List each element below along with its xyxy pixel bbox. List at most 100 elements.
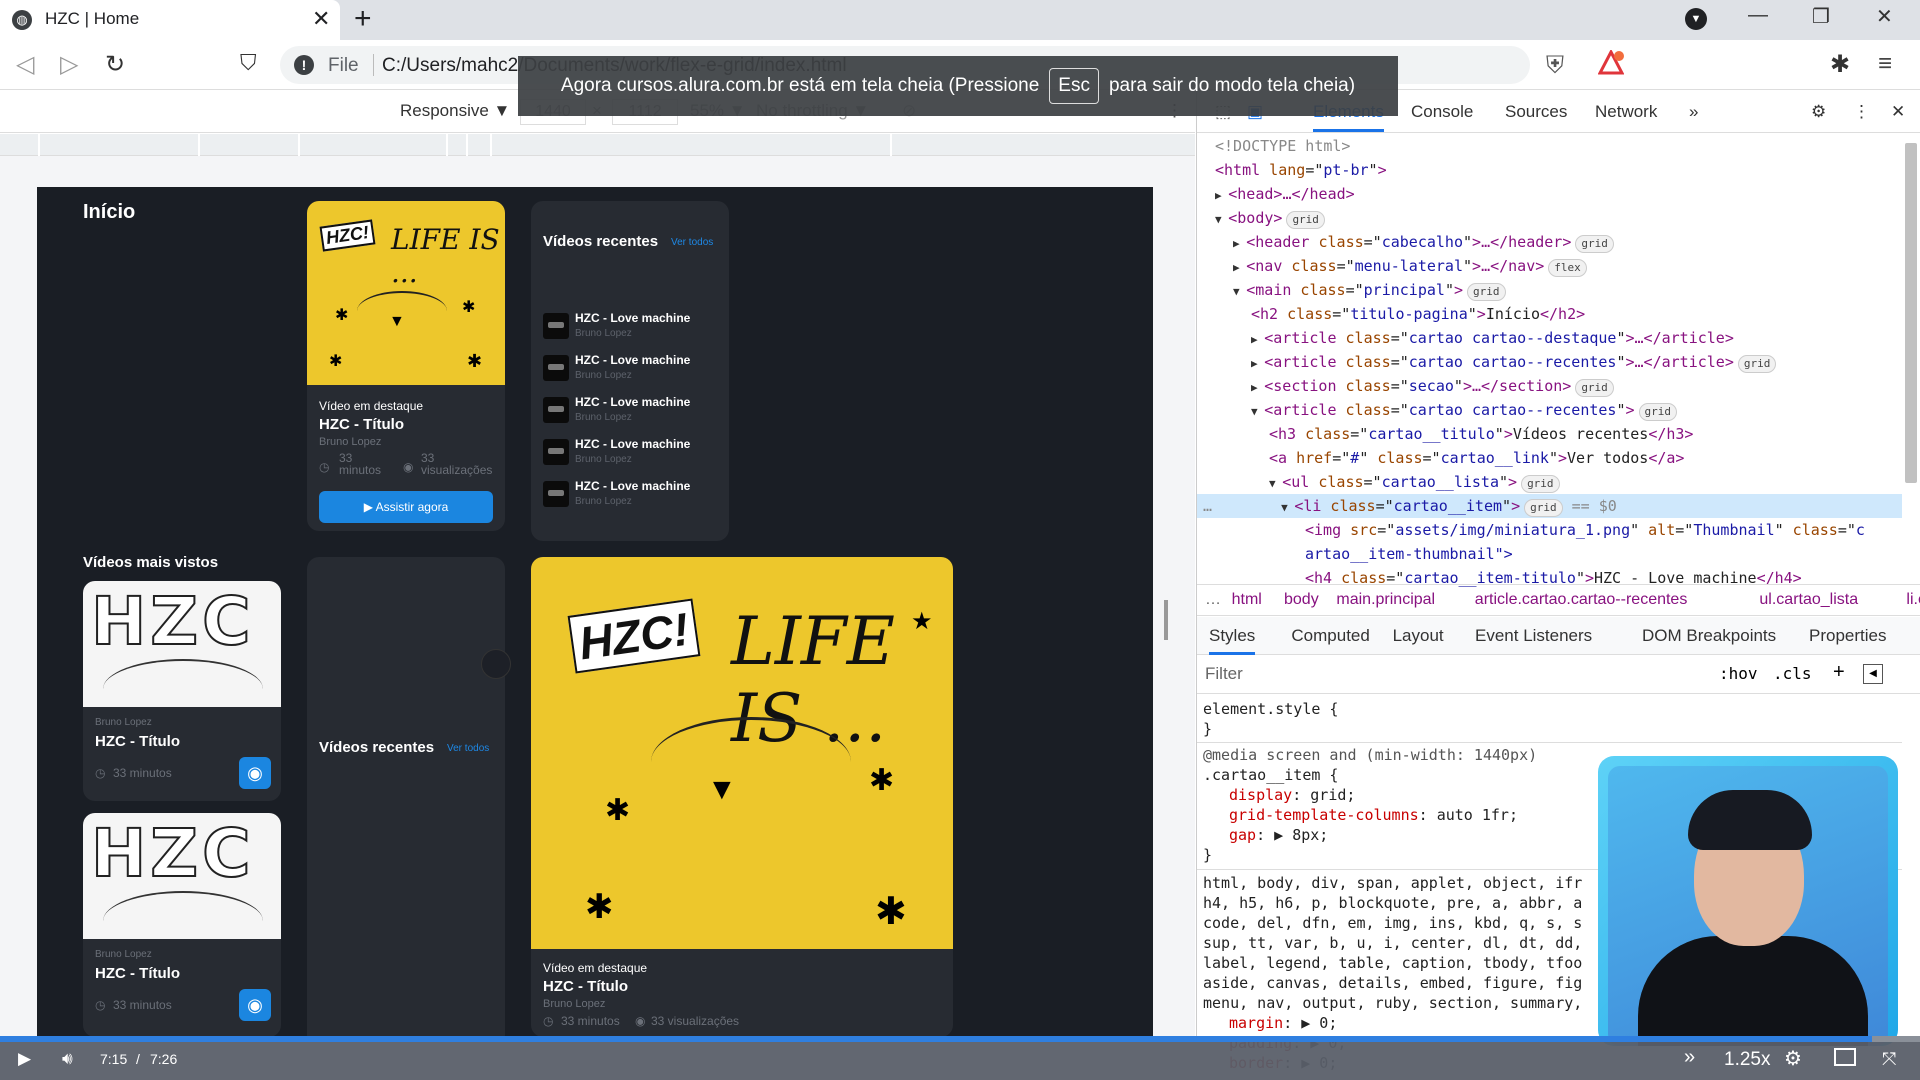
dom-node[interactable]: ▶ <article class="cartao cartao--recente… — [1251, 350, 1777, 374]
layout-badge[interactable]: grid — [1524, 499, 1563, 517]
play-button[interactable]: ◉ — [239, 757, 271, 789]
most-viewed-thumbnail[interactable]: HZC — [83, 581, 281, 707]
restore-icon[interactable]: ❐ — [1812, 4, 1830, 29]
css-property[interactable]: grid-template-columns: auto 1fr; — [1229, 805, 1518, 825]
resize-handle[interactable] — [1164, 600, 1168, 640]
video-progress-bar[interactable] — [0, 1036, 1920, 1042]
dom-node[interactable]: ▼ <main class="principal"> grid — [1233, 278, 1506, 302]
styles-filter-input[interactable]: Filter — [1205, 664, 1243, 684]
expand-arrow-icon[interactable]: ▼ — [1251, 405, 1264, 418]
expand-arrow-icon[interactable]: ▶ — [1233, 237, 1246, 250]
speed-button[interactable]: 1.25x — [1724, 1049, 1770, 1071]
expand-arrow-icon[interactable]: ▼ — [1215, 213, 1228, 226]
dom-node[interactable]: artao__item-thumbnail"> — [1305, 542, 1513, 566]
forward-icon[interactable]: ▷ — [60, 50, 78, 79]
dom-node[interactable]: <h3 class="cartao__titulo">Vídeos recent… — [1269, 422, 1693, 446]
layout-badge[interactable]: grid — [1638, 403, 1678, 421]
brave-shield-icon[interactable]: ⛨ — [1546, 52, 1564, 80]
new-tab-button[interactable]: + — [354, 2, 372, 36]
css-property[interactable]: gap: ▶ 8px; — [1229, 825, 1328, 845]
devtools-menu-icon[interactable]: ⋮ — [1853, 102, 1870, 122]
expand-arrow-icon[interactable]: ▶ — [1215, 189, 1228, 202]
expand-arrow-icon[interactable]: ▶ — [1233, 261, 1246, 274]
tab-console[interactable]: Console — [1411, 102, 1473, 122]
back-icon[interactable]: ◁ — [16, 50, 34, 79]
expand-arrow-icon[interactable]: ▶ — [1251, 357, 1264, 370]
close-window-icon[interactable]: ✕ — [1876, 4, 1893, 29]
dom-node[interactable]: … ▼ <li class="cartao__item"> grid == $0 — [1197, 494, 1902, 518]
cls-button[interactable]: .cls — [1773, 664, 1812, 683]
dom-tree[interactable]: <!DOCTYPE html> <html lang="pt-br"> ▶ <hea… — [1197, 134, 1902, 587]
layout-badge[interactable]: grid — [1737, 355, 1777, 373]
settings-gear-icon[interactable]: ⚙ — [1784, 1046, 1802, 1071]
toggle-sidebar-icon[interactable]: ◀ — [1863, 664, 1883, 684]
volume-icon[interactable]: 🔊︎ — [62, 1049, 73, 1069]
expand-arrow-icon[interactable]: ▶ — [1251, 381, 1264, 394]
layout-badge[interactable]: grid — [1575, 235, 1614, 253]
style-subtab-properties[interactable]: Properties — [1809, 626, 1886, 646]
more-tabs-icon[interactable]: » — [1689, 102, 1698, 122]
dom-node[interactable]: ▼ <body> grid — [1215, 206, 1325, 230]
extensions-icon[interactable]: ✱ — [1830, 50, 1850, 79]
expand-arrow-icon[interactable]: ▼ — [1233, 285, 1246, 298]
breadcrumb-item[interactable]: … — [1205, 591, 1221, 609]
profile-menu-icon[interactable]: ▼ — [1685, 8, 1707, 30]
see-all-link-2[interactable]: Ver todos — [447, 743, 489, 754]
layout-badge[interactable]: grid — [1467, 283, 1506, 301]
dom-node[interactable]: ▶ <article class="cartao cartao--destaqu… — [1251, 326, 1734, 350]
info-icon[interactable]: ! — [294, 55, 314, 75]
breadcrumb-item[interactable]: html — [1232, 591, 1262, 609]
dom-scrollbar[interactable] — [1905, 143, 1917, 483]
dom-node[interactable]: <h2 class="titulo-pagina">Início</h2> — [1251, 302, 1585, 326]
dom-node[interactable]: <img src="assets/img/miniatura_1.png" al… — [1305, 518, 1865, 542]
close-devtools-icon[interactable]: ✕ — [1891, 102, 1905, 122]
expand-arrow-icon[interactable]: ▶ — [1251, 333, 1264, 346]
expand-arrow-icon[interactable]: ▼ — [1281, 501, 1294, 514]
device-mode-select[interactable]: Responsive ▼ — [400, 101, 510, 121]
style-subtab-event-listeners[interactable]: Event Listeners — [1475, 626, 1592, 646]
carousel-dot[interactable] — [481, 649, 511, 679]
breadcrumb-item[interactable]: ul.cartao_lista — [1759, 591, 1858, 609]
most-viewed-thumbnail[interactable]: HZC — [83, 813, 281, 939]
breadcrumb-item[interactable]: li.ca — [1906, 591, 1920, 609]
watch-now-button[interactable]: ▶ Assistir agora — [319, 491, 493, 523]
layout-badge[interactable]: grid — [1521, 475, 1560, 493]
dom-node[interactable]: <!DOCTYPE html> — [1215, 134, 1350, 158]
settings-icon[interactable]: ⚙ — [1811, 102, 1826, 122]
featured-thumbnail[interactable]: HZC! LIFE IS ... ▼ ✱ ✱ ✱ ✱ — [307, 201, 505, 385]
layout-badge[interactable]: grid — [1286, 211, 1325, 229]
layout-badge[interactable]: grid — [1575, 379, 1614, 397]
layout-badge[interactable]: flex — [1548, 259, 1587, 277]
featured-large-thumbnail[interactable]: HZC! LIFE IS ... ▼ ✱ ✱ ✱ ✱ ★ — [531, 557, 953, 949]
style-subtab-computed[interactable]: Computed — [1291, 626, 1369, 646]
hov-button[interactable]: :hov — [1719, 664, 1758, 683]
tab-sources[interactable]: Sources — [1505, 102, 1567, 122]
dom-node[interactable]: ▶ <head>…</head> — [1215, 182, 1355, 206]
dom-node[interactable]: ▶ <section class="secao">…</section> grid — [1251, 374, 1614, 398]
style-subtab-styles[interactable]: Styles — [1209, 626, 1256, 655]
media-query-ruler[interactable] — [0, 134, 1195, 156]
skip-forward-icon[interactable]: » — [1684, 1046, 1695, 1069]
pip-icon[interactable] — [1834, 1048, 1856, 1066]
tab-network[interactable]: Network — [1595, 102, 1657, 122]
see-all-link[interactable]: Ver todos — [671, 237, 713, 248]
style-subtab-layout[interactable]: Layout — [1393, 626, 1444, 646]
new-rule-button[interactable]: + — [1833, 661, 1845, 684]
css-property[interactable]: margin: ▶ 0; — [1229, 1013, 1337, 1033]
play-button[interactable]: ◉ — [239, 989, 271, 1021]
reload-icon[interactable]: ↻ — [105, 50, 125, 79]
css-property[interactable]: display: grid; — [1229, 785, 1355, 805]
play-icon[interactable]: ▶ — [18, 1049, 31, 1069]
dom-node[interactable]: <html lang="pt-br"> — [1215, 158, 1387, 182]
browser-menu-icon[interactable]: ≡ — [1878, 50, 1892, 78]
browser-tab[interactable]: ◍ HZC | Home ✕ — [0, 0, 340, 40]
style-subtab-dom-breakpoints[interactable]: DOM Breakpoints — [1642, 626, 1776, 646]
dom-node[interactable]: <a href="#" class="cartao__link">Ver tod… — [1269, 446, 1684, 470]
breadcrumb-item[interactable]: main.principal — [1336, 591, 1435, 609]
dom-node[interactable]: ▶ <nav class="menu-lateral">…</nav> flex — [1233, 254, 1587, 278]
brave-rewards-icon[interactable] — [1598, 50, 1624, 76]
exit-fullscreen-icon[interactable]: ⤧ — [1882, 1049, 1896, 1070]
dom-node[interactable]: ▼ <ul class="cartao__lista"> grid — [1269, 470, 1560, 494]
dom-node[interactable]: ▼ <article class="cartao cartao--recente… — [1251, 398, 1678, 422]
bookmark-icon[interactable]: ⛉ — [240, 50, 257, 76]
